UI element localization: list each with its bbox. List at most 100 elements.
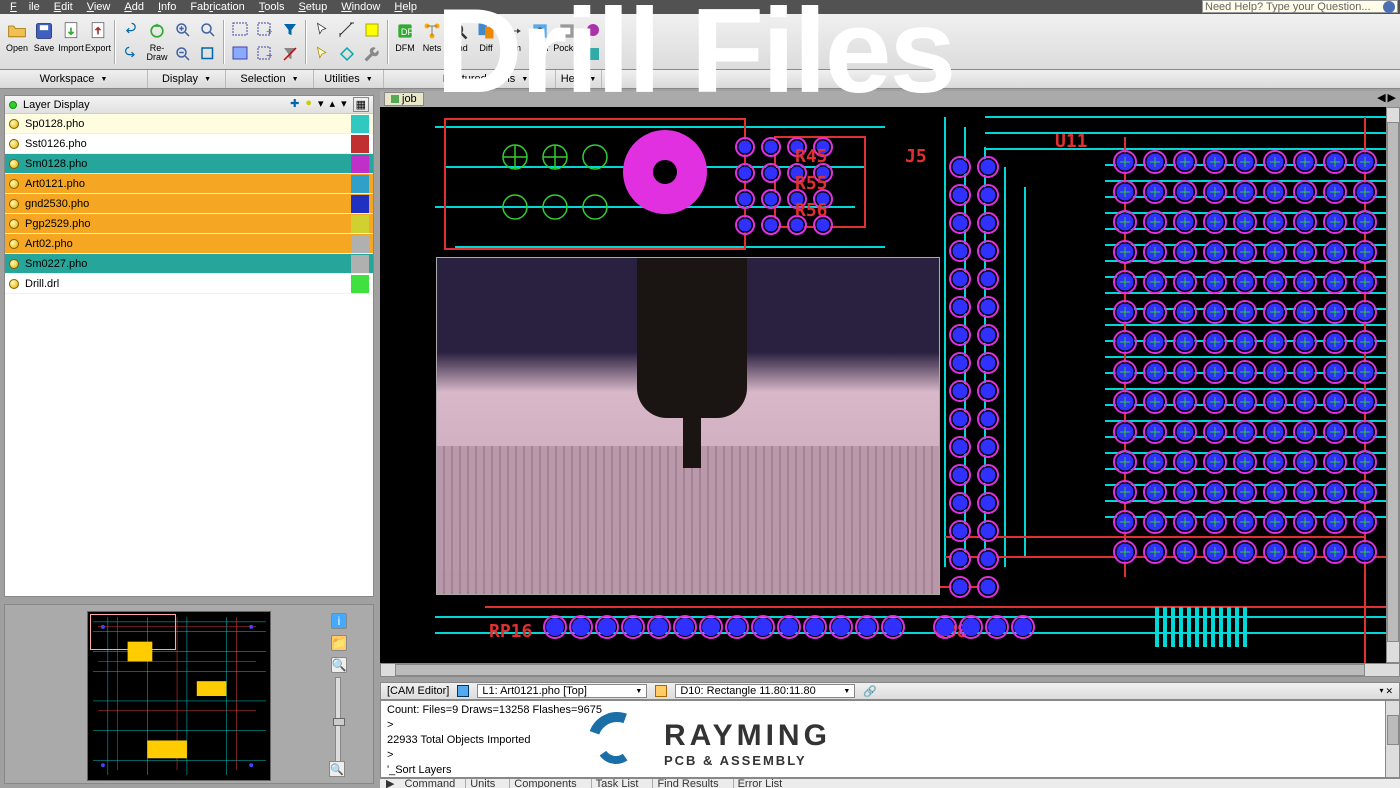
diamond-button[interactable] (335, 42, 359, 66)
zoom-slider[interactable] (335, 677, 341, 767)
menu-fabrication[interactable]: Fabrication (184, 1, 250, 13)
layer-item-8[interactable]: Drill.drl (5, 274, 373, 294)
minimize-icon[interactable]: ▾ (1379, 686, 1383, 697)
tab-next-button[interactable]: ▶ (1388, 91, 1396, 104)
add-icon[interactable]: ✚ (290, 97, 299, 112)
horizontal-scrollbar[interactable] (380, 663, 1400, 677)
filter-button[interactable] (278, 18, 302, 42)
menu-tools[interactable]: Tools (253, 1, 291, 13)
redo-button[interactable] (119, 42, 143, 66)
bulb-small-icon[interactable]: ● (305, 97, 312, 112)
open-button[interactable]: Open (4, 18, 30, 66)
zoom-window-button[interactable] (196, 42, 220, 66)
menu-window[interactable]: Window (335, 1, 386, 13)
measure-button[interactable] (335, 18, 359, 42)
vertical-scrollbar[interactable] (1386, 107, 1400, 663)
dim-button[interactable]: Dim (500, 18, 526, 66)
tab-components[interactable]: Components (509, 778, 580, 788)
menu-help[interactable]: Help (388, 1, 423, 13)
zoom-in-icon[interactable]: 🔍 (331, 657, 347, 673)
tab-task-list[interactable]: Task List (591, 778, 643, 788)
command-prompt[interactable]: Command (404, 778, 455, 788)
tab-close-icon[interactable] (391, 95, 399, 103)
aperture-combo[interactable]: D10: Rectangle 11.80:11.80▼ (675, 684, 855, 698)
clear-filter-button[interactable] (278, 42, 302, 66)
import-button[interactable]: Import (58, 18, 84, 66)
select-all-button[interactable] (228, 42, 252, 66)
zoom-out-button[interactable] (171, 42, 195, 66)
zoom-out-icon[interactable]: 🔍 (329, 761, 345, 777)
up-icon[interactable]: ▴ (330, 97, 336, 112)
layer-color-swatch[interactable] (351, 115, 369, 133)
layer-color-swatch[interactable] (351, 195, 369, 213)
menu-add[interactable]: Add (118, 1, 150, 13)
layer-item-4[interactable]: gnd2530.pho (5, 194, 373, 214)
save-button[interactable]: Save (31, 18, 57, 66)
layer-color-swatch[interactable] (351, 215, 369, 233)
info-icon[interactable]: i (331, 613, 347, 629)
pointer-button[interactable] (310, 18, 334, 42)
layer-item-3[interactable]: Art0121.pho (5, 174, 373, 194)
layer-item-1[interactable]: Sst0126.pho (5, 134, 373, 154)
layer-color-swatch[interactable] (351, 175, 369, 193)
utilities-dropdown[interactable]: Utilities▼ (314, 70, 384, 88)
layer-item-7[interactable]: Sm0227.pho (5, 254, 373, 274)
undo-button[interactable] (119, 18, 143, 42)
layer-color-swatch[interactable] (351, 255, 369, 273)
select-rect-button[interactable] (228, 18, 252, 42)
layer-item-2[interactable]: Sm0128.pho (5, 154, 373, 174)
tab-units[interactable]: Units (465, 778, 499, 788)
layer-color-swatch[interactable] (351, 135, 369, 153)
workspace-dropdown[interactable]: Workspace▼ (0, 70, 148, 88)
featured-tools-dropdown[interactable]: Featured Tools▼ (416, 70, 556, 88)
highlight-button[interactable] (360, 18, 384, 42)
select-add-button[interactable]: + (253, 18, 277, 42)
menu-view[interactable]: View (81, 1, 117, 13)
down-icon[interactable]: ▾ (341, 97, 347, 112)
layer-color-swatch[interactable] (351, 275, 369, 293)
menu-info[interactable]: Info (152, 1, 182, 13)
options-icon[interactable]: ▦ (353, 97, 369, 112)
menu-edit[interactable]: Edit (48, 1, 79, 13)
tools-button[interactable] (360, 42, 384, 66)
pour-button[interactable]: Pour (527, 18, 553, 66)
display-dropdown[interactable]: Display▼ (148, 70, 226, 88)
pointer-alt-button[interactable] (310, 42, 334, 66)
diff-button[interactable]: Diff (473, 18, 499, 66)
redraw-button[interactable]: Re-Draw (144, 18, 170, 66)
layer-color-swatch[interactable] (351, 155, 369, 173)
help-dropdown[interactable]: Help▼ (556, 70, 602, 88)
nets-button[interactable]: Nets (419, 18, 445, 66)
layer-combo[interactable]: L1: Art0121.pho [Top]▼ (477, 684, 647, 698)
close-icon[interactable]: ✕ (1385, 686, 1393, 697)
link-icon[interactable]: 🔗 (863, 685, 877, 698)
misc-1-button[interactable] (581, 18, 605, 42)
misc-2-button[interactable] (581, 42, 605, 66)
export-button[interactable]: Export (85, 18, 111, 66)
dropdown-icon[interactable]: ▾ (318, 97, 324, 112)
zoom-fit-button[interactable] (196, 18, 220, 42)
tab-error-list[interactable]: Error List (733, 778, 787, 788)
layer-item-6[interactable]: Art02.pho (5, 234, 373, 254)
find-button[interactable]: Find (446, 18, 472, 66)
pcb-canvas[interactable]: R45 R55 R56 J5 U11 RP16 C38 (380, 107, 1400, 663)
navigator-viewport[interactable] (90, 614, 176, 650)
canvas-tab-job[interactable]: job (384, 92, 424, 106)
layer-item-5[interactable]: Pgp2529.pho (5, 214, 373, 234)
search-icon[interactable] (1383, 1, 1395, 13)
pocket-button[interactable]: Pocket (554, 18, 580, 66)
layer-color-swatch[interactable] (351, 235, 369, 253)
output-scrollbar[interactable] (1385, 701, 1399, 777)
selection-dropdown[interactable]: Selection▼ (226, 70, 314, 88)
select-remove-button[interactable]: − (253, 42, 277, 66)
menu-setup[interactable]: Setup (292, 1, 333, 13)
dfm-button[interactable]: DF DFM (392, 18, 418, 66)
menu-file[interactable]: File (4, 1, 46, 13)
tab-prev-button[interactable]: ◀ (1377, 91, 1385, 104)
navigator-thumbnail[interactable] (87, 611, 271, 781)
zoom-in-button[interactable] (171, 18, 195, 42)
folder-icon[interactable]: 📁 (331, 635, 347, 651)
tab-find-results[interactable]: Find Results (652, 778, 722, 788)
layer-item-0[interactable]: Sp0128.pho (5, 114, 373, 134)
help-search-input[interactable]: Need Help? Type your Question... (1202, 0, 1398, 13)
